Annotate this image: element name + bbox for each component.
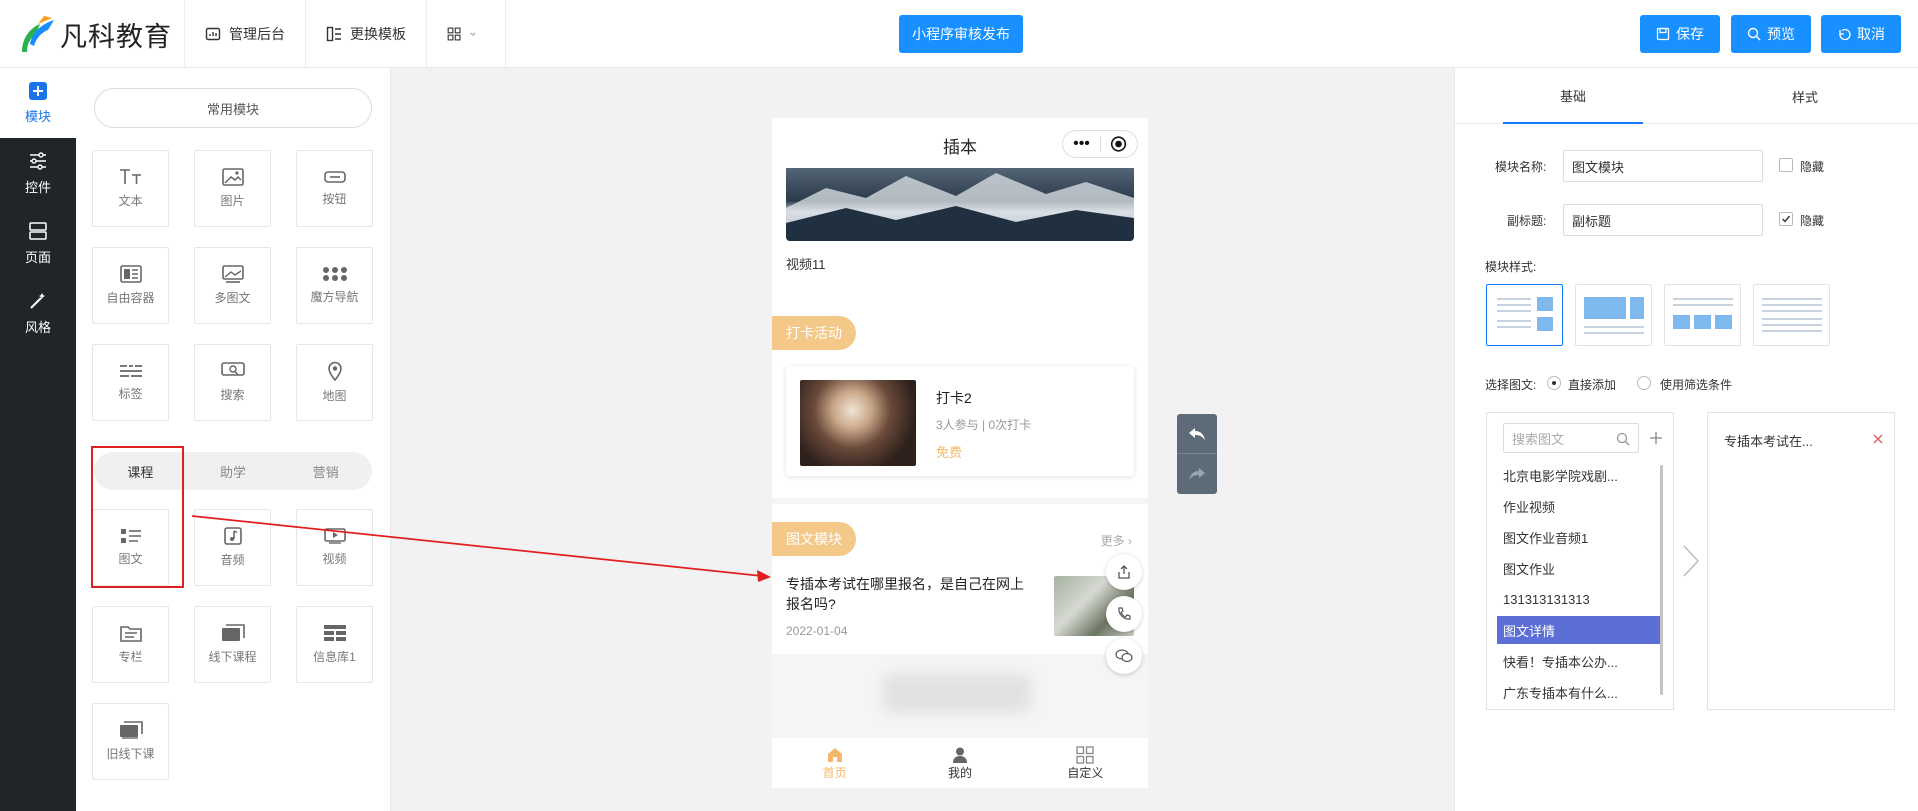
- checkin-card[interactable]: 打卡2 3人参与 | 0次打卡 免费: [786, 366, 1134, 476]
- article-list-item[interactable]: 快看！专插本公办...: [1497, 647, 1661, 675]
- more-link-label: 更多: [1100, 534, 1125, 548]
- subtitle-label: 副标题:: [1507, 214, 1547, 228]
- name-hide-checkbox[interactable]: [1779, 158, 1793, 172]
- phone-tabbar: 首页 我的 自定义: [772, 738, 1148, 788]
- video-caption: 视频11: [786, 257, 826, 272]
- user-icon: [952, 747, 967, 763]
- miniapp-capsule[interactable]: •••: [1062, 130, 1138, 158]
- subtitle-hide-label: 隐藏: [1800, 214, 1825, 228]
- chevron-right-icon: ›: [1128, 534, 1132, 548]
- article-list-item[interactable]: 北京电影学院戏剧...: [1497, 461, 1661, 489]
- home-icon: [827, 747, 842, 762]
- video-thumbnail[interactable]: [786, 168, 1134, 241]
- subtitle-input[interactable]: 副标题: [1563, 204, 1763, 236]
- article-block: 图文模块 更多 › 专插本考试在哪里报名，是自己在网上报名吗? 2022-01-…: [772, 504, 1148, 654]
- style-option-three-column[interactable]: [1664, 284, 1741, 346]
- article-list-item[interactable]: 广东专插本有什么...: [1497, 678, 1661, 706]
- redo-arrow-icon: [1189, 468, 1205, 480]
- phone-tab-label: 自定义: [1067, 765, 1104, 780]
- style-preview-2: [1584, 297, 1644, 334]
- module-name-input[interactable]: 图文模块: [1563, 150, 1763, 182]
- style-option-list-right-image[interactable]: [1486, 284, 1563, 346]
- article-list-item[interactable]: 131313131313: [1497, 585, 1661, 613]
- close-circle-icon: [1110, 136, 1127, 152]
- style-preview-1: [1497, 297, 1553, 331]
- add-icon[interactable]: [1649, 431, 1663, 445]
- choose-article-label: 选择图文:: [1485, 378, 1537, 392]
- name-hide-label: 隐藏: [1800, 160, 1825, 174]
- checkin-price: 免费: [936, 445, 963, 460]
- article-list-item[interactable]: 图文作业音频1: [1497, 523, 1661, 551]
- article-list-item-selected[interactable]: 图文详情: [1497, 616, 1661, 644]
- chat-float-button[interactable]: [1106, 638, 1142, 674]
- mountain-graphic: [786, 173, 1134, 241]
- checkin-tag-label: 打卡活动: [786, 325, 842, 341]
- phone-header: 插本 •••: [772, 118, 1148, 168]
- checkin-thumbnail: [800, 380, 916, 466]
- settings-tabs: 基础 样式: [1455, 68, 1918, 124]
- style-option-large-image[interactable]: [1575, 284, 1652, 346]
- filter-radio[interactable]: [1637, 376, 1651, 390]
- filter-label: 使用筛选条件: [1660, 378, 1733, 392]
- redo-button[interactable]: [1177, 454, 1217, 494]
- phone-float-button[interactable]: [1106, 596, 1142, 632]
- undo-button[interactable]: [1177, 414, 1217, 454]
- style-option-text-only[interactable]: [1753, 284, 1830, 346]
- tab-style[interactable]: 样式: [1735, 68, 1875, 124]
- more-link[interactable]: 更多 ›: [1101, 532, 1132, 549]
- selected-articles-box: 专插本考试在...: [1707, 412, 1895, 710]
- style-preview-3: [1673, 298, 1733, 329]
- style-preview-4: [1762, 298, 1822, 332]
- phone-tab-home[interactable]: 首页: [772, 738, 897, 788]
- checkin-block: 打卡活动 打卡2 3人参与 | 0次打卡 免费: [772, 296, 1148, 498]
- article-title[interactable]: 专插本考试在哪里报名，是自己在网上报名吗?: [786, 574, 1036, 614]
- article-source-list: 搜索图文 北京电影学院戏剧... 作业视频 图文作业音频1 图文作业 13131…: [1486, 412, 1674, 710]
- article-search-input[interactable]: 搜索图文: [1503, 423, 1639, 453]
- transfer-chevron-icon[interactable]: [1681, 544, 1701, 578]
- list-scrollbar[interactable]: [1660, 465, 1663, 695]
- phone-tab-label: 我的: [947, 765, 972, 780]
- article-list-item[interactable]: 图文作业: [1497, 554, 1661, 582]
- close-icon[interactable]: [1872, 433, 1884, 445]
- chat-icon: [1115, 649, 1133, 663]
- checkin-tag: 打卡活动: [772, 316, 856, 350]
- article-search-placeholder: 搜索图文: [1512, 431, 1565, 447]
- subtitle-hide-checkbox[interactable]: [1779, 212, 1793, 226]
- article-tag-label: 图文模块: [786, 531, 842, 547]
- search-icon: [1616, 432, 1630, 446]
- more-dots-icon: •••: [1073, 135, 1090, 152]
- checkin-title: 打卡2: [936, 390, 972, 406]
- module-name-label: 模块名称:: [1495, 160, 1547, 174]
- module-style-label: 模块样式:: [1485, 260, 1537, 274]
- phone-preview: 插本 ••• 视频11 打卡活动 打卡2 3人参与 | 0次打卡 免费 图文模块: [772, 118, 1148, 788]
- share-icon: [1118, 565, 1130, 579]
- selected-article-item[interactable]: 专插本考试在...: [1724, 431, 1813, 450]
- direct-add-radio[interactable]: [1547, 376, 1561, 390]
- phone-tab-custom[interactable]: 自定义: [1023, 738, 1148, 788]
- phone-tab-mine[interactable]: 我的: [897, 738, 1022, 788]
- direct-add-label: 直接添加: [1568, 378, 1617, 392]
- tab-basic[interactable]: 基础: [1503, 68, 1643, 124]
- article-list-item[interactable]: 作业视频: [1497, 492, 1661, 520]
- phone-tab-label: 首页: [822, 765, 847, 780]
- settings-panel: 基础 样式 模块名称: 图文模块 隐藏 副标题: 副标题 隐藏 模块样式: 选择…: [1454, 68, 1918, 811]
- blurred-placeholder: [882, 673, 1032, 713]
- undo-redo-panel: [1177, 414, 1217, 494]
- check-icon: [1782, 215, 1791, 223]
- grid-icon: [1076, 745, 1094, 764]
- article-tag: 图文模块: [772, 522, 856, 556]
- phone-icon: [1118, 607, 1131, 620]
- checkin-meta: 3人参与 | 0次打卡: [936, 418, 1032, 432]
- share-float-button[interactable]: [1106, 554, 1142, 590]
- article-date: 2022-01-04: [786, 624, 848, 638]
- undo-arrow-icon: [1189, 427, 1205, 440]
